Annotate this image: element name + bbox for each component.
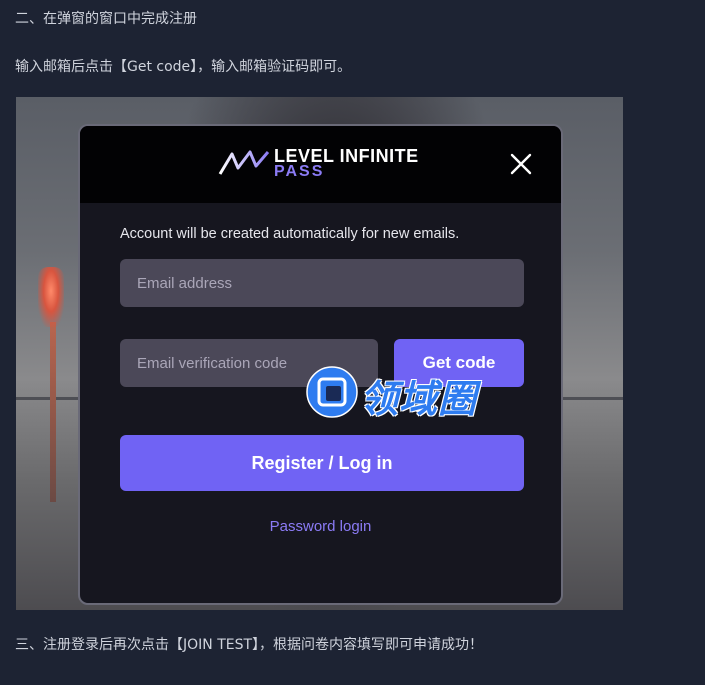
watermark-text: 领域圈 bbox=[360, 377, 478, 421]
level-infinite-logo-icon bbox=[218, 150, 270, 175]
register-login-button[interactable]: Register / Log in bbox=[120, 435, 524, 491]
auto-create-notice: Account will be created automatically fo… bbox=[120, 226, 460, 242]
instruction-text: 输入邮箱后点击【Get code】，输入邮箱验证码即可。 bbox=[15, 59, 352, 75]
watermark-logo-icon bbox=[306, 366, 358, 418]
step-2-text: 二、在弹窗的窗口中完成注册 bbox=[15, 11, 197, 27]
step-3-text: 三、注册登录后再次点击【JOIN TEST】，根据问卷内容填写即可申请成功！ bbox=[15, 637, 484, 653]
background-lamp-post bbox=[50, 322, 56, 502]
background-lamp-glow bbox=[38, 267, 64, 327]
login-modal: LEVEL INFINITE PASS Account will be crea… bbox=[78, 124, 563, 605]
password-login-link[interactable]: Password login bbox=[80, 518, 561, 535]
email-input[interactable] bbox=[120, 259, 524, 307]
logo-subtitle: PASS bbox=[274, 163, 325, 180]
watermark: 领域圈 bbox=[306, 366, 516, 421]
level-infinite-logo: LEVEL INFINITE PASS bbox=[218, 146, 430, 182]
close-icon[interactable] bbox=[508, 151, 534, 177]
modal-header: LEVEL INFINITE PASS bbox=[80, 126, 561, 203]
